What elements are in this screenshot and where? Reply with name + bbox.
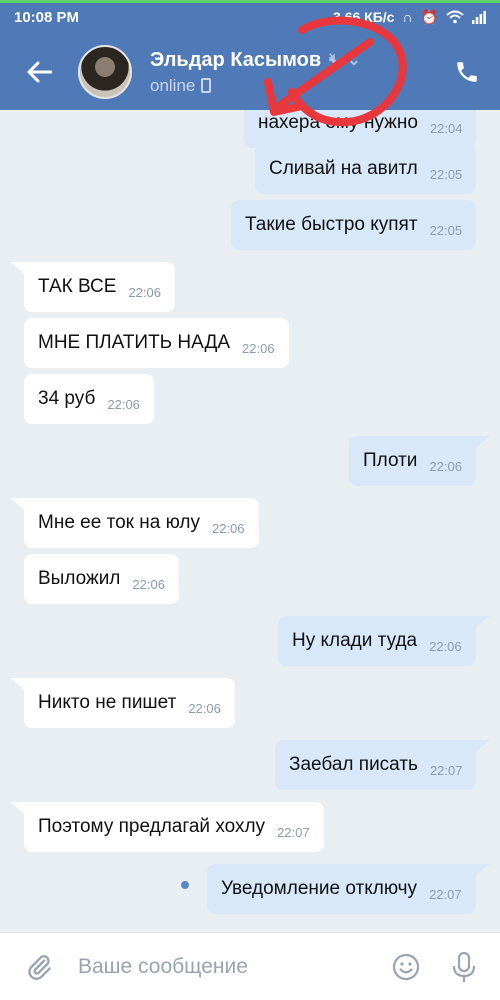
status-time: 10:08 PM	[14, 8, 80, 26]
message-text: Выложил	[38, 568, 121, 589]
message-input[interactable]	[64, 954, 384, 979]
paperclip-icon	[28, 954, 51, 980]
message-text: Мне ее ток на юлу	[38, 512, 200, 533]
message-time: 22:06	[242, 340, 275, 356]
chevron-down-icon: ⌄	[347, 52, 361, 69]
online-status: online	[150, 76, 442, 96]
outgoing-message[interactable]: Заебал писать 22:07	[275, 740, 477, 790]
message-text: Сливай на авитл	[269, 158, 418, 179]
smiley-icon	[392, 953, 420, 980]
outgoing-message[interactable]: Плоти 22:06	[349, 436, 476, 486]
message-text: Ну клади туда	[292, 630, 418, 651]
incoming-message[interactable]: Поэтому предлагай хохлу 22:07	[24, 802, 324, 852]
avatar[interactable]	[78, 45, 132, 99]
attach-button[interactable]	[14, 942, 64, 992]
status-bar: 10:08 PM 3,66 КБ/с ∩ ⏰	[0, 0, 500, 34]
incoming-message[interactable]: МНЕ ПЛАТИТЬ НАДА 22:06	[24, 318, 289, 368]
wifi-icon	[446, 10, 464, 24]
incoming-message[interactable]: ТАК ВСЕ 22:06	[24, 262, 175, 312]
bubble-tail	[10, 678, 30, 694]
message-time: 22:07	[429, 886, 462, 902]
outgoing-message[interactable]: Такие быстро купят 22:05	[231, 200, 477, 250]
status-accent-line	[0, 0, 500, 3]
message-text: ТАК ВСЕ	[38, 276, 117, 297]
message-time: 22:06	[188, 700, 221, 716]
back-arrow-icon	[27, 61, 52, 83]
message-time: 22:06	[429, 638, 462, 654]
chat-title[interactable]: Эльдар Касымов 🔇︎ ⌄ online	[150, 49, 442, 96]
message-text: Никто не пишет	[38, 692, 177, 713]
message-text: МНЕ ПЛАТИТЬ НАДА	[38, 332, 230, 353]
headphones-icon: ∩	[402, 9, 413, 25]
chat-header: 10:08 PM 3,66 КБ/с ∩ ⏰ Эльдар Касымов 🔇︎…	[0, 0, 500, 110]
message-text: Плоти	[363, 450, 418, 471]
incoming-message[interactable]: Выложил 22:06	[24, 554, 179, 604]
outgoing-message[interactable]: Ну клади туда 22:06	[278, 616, 476, 666]
unread-indicator	[181, 881, 189, 889]
message-time: 22:05	[429, 166, 463, 182]
status-indicators: 3,66 КБ/с ∩ ⏰	[333, 9, 486, 26]
app-bar: Эльдар Касымов 🔇︎ ⌄ online	[0, 34, 500, 110]
message-time: 22:06	[128, 284, 161, 300]
bubble-tail	[470, 436, 490, 452]
message-time: 22:06	[107, 396, 140, 412]
back-button[interactable]	[14, 47, 64, 97]
alarm-icon: ⏰	[420, 8, 438, 25]
microphone-icon	[452, 951, 476, 982]
emoji-button[interactable]	[384, 945, 428, 989]
message-text: Уведомление отключу	[221, 878, 418, 899]
message-text: Поэтому предлагай хохлу	[38, 816, 266, 837]
message-text: нахера ему нужно	[258, 112, 418, 133]
message-time: 22:07	[429, 762, 463, 778]
voice-message-button[interactable]	[442, 945, 486, 989]
incoming-message[interactable]: Мне ее ток на юлу 22:06	[24, 498, 259, 548]
outgoing-message[interactable]: Уведомление отключу 22:07	[207, 864, 476, 914]
mobile-device-icon	[201, 78, 212, 93]
network-speed: 3,66 КБ/с	[333, 9, 395, 25]
message-time: 22:07	[277, 824, 310, 840]
message-time: 22:04	[429, 120, 463, 136]
outgoing-message[interactable]: Сливай на авитл 22:05	[255, 144, 477, 194]
bubble-tail	[10, 262, 30, 278]
contact-name-text: Эльдар Касымов	[150, 48, 322, 71]
message-text: Заебал писать	[289, 754, 418, 775]
bubble-tail	[10, 802, 30, 818]
bubble-tail	[10, 498, 30, 514]
muted-icon: 🔇︎	[329, 51, 340, 68]
message-list[interactable]: нахера ему нужно 22:04 Сливай на авитл 22:0…	[0, 110, 500, 932]
incoming-message[interactable]: Никто не пишет 22:06	[24, 678, 235, 728]
online-status-text: online	[150, 75, 196, 95]
message-time: 22:05	[429, 222, 463, 238]
message-text: Такие быстро купят	[245, 214, 418, 235]
bubble-tail	[470, 616, 490, 632]
call-button[interactable]	[442, 47, 492, 97]
contact-name: Эльдар Касымов 🔇︎ ⌄	[150, 49, 442, 72]
outgoing-message[interactable]: нахера ему нужно 22:04	[244, 110, 477, 148]
bubble-tail	[470, 740, 490, 756]
incoming-message[interactable]: 34 руб 22:06	[24, 374, 154, 424]
message-text: 34 руб	[38, 388, 96, 409]
message-time: 22:06	[132, 576, 165, 592]
signal-icon	[472, 11, 486, 24]
message-time: 22:06	[429, 458, 462, 474]
message-time: 22:06	[211, 520, 245, 536]
bubble-tail	[470, 864, 490, 880]
compose-bar	[0, 932, 500, 1000]
phone-icon	[457, 62, 477, 82]
